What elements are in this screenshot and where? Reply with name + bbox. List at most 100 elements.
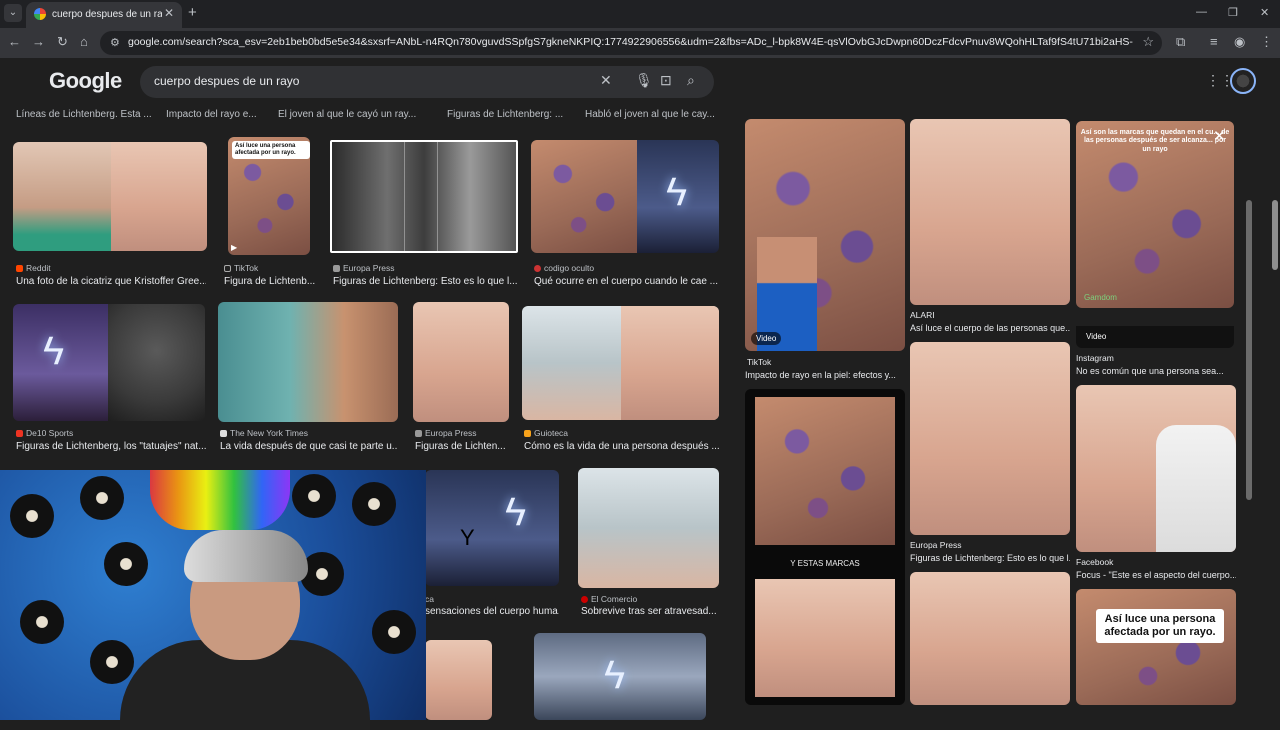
streamer-hair [184, 530, 308, 582]
top-caption-2[interactable]: Impacto del rayo e... [166, 109, 266, 120]
source-codigo-oculto[interactable]: codigo oculto [544, 263, 594, 273]
image-result-row4-2[interactable]: ϟ [534, 633, 706, 720]
panel-image-tiktok[interactable]: Video [745, 119, 905, 351]
image-result-ca[interactable]: ϟ Y [425, 470, 559, 586]
source-reddit[interactable]: Reddit [26, 263, 51, 273]
marcas-caption: Y ESTAS MARCAS [790, 559, 860, 568]
google-logo[interactable]: Google [49, 68, 122, 94]
source-guioteca[interactable]: Guioteca [534, 428, 568, 438]
search-icon[interactable]: ⌕ [687, 72, 695, 89]
panel-image-tiktok-2[interactable]: Así luce una persona afectada por un ray… [1076, 589, 1236, 705]
source-de10-sports[interactable]: De10 Sports [26, 428, 73, 438]
top-caption-5[interactable]: Habló el joven al que le cay... [585, 109, 715, 120]
minimize-icon[interactable]: — [1196, 6, 1207, 18]
vinyl-record-image [292, 474, 336, 518]
image-result-row4-1[interactable] [425, 640, 492, 720]
close-panel-icon[interactable]: ✕ [1213, 127, 1226, 145]
panel-image-back[interactable] [910, 572, 1070, 705]
image-result-tiktok[interactable]: Así luce una persona afectada por un ray… [228, 137, 310, 255]
source-el-comercio[interactable]: El Comercio [591, 594, 637, 604]
panel-image-marcas[interactable]: Y ESTAS MARCAS [745, 389, 905, 705]
vinyl-record-image [104, 542, 148, 586]
top-caption-3[interactable]: El joven al que le cayó un ray... [278, 109, 428, 120]
clear-icon[interactable]: ✕ [600, 72, 612, 89]
source-nyt[interactable]: The New York Times [230, 428, 308, 438]
panel-title-tiktok[interactable]: Impacto de rayo en la piel: efectos y... [745, 370, 905, 380]
top-caption-4[interactable]: Figuras de Lichtenberg: ... [447, 109, 567, 120]
panel-source-alari[interactable]: ALARI [910, 310, 935, 320]
close-tab-icon[interactable]: ✕ [164, 6, 174, 20]
image-result-guioteca[interactable] [522, 306, 719, 420]
panel-banner: Así luce una persona afectada por un ray… [1096, 609, 1224, 644]
star-icon[interactable]: ☆ [1142, 34, 1154, 50]
image-result-reddit[interactable] [13, 142, 207, 251]
panel-source-europa-press[interactable]: Europa Press [910, 540, 962, 550]
title-ca[interactable]: sensaciones del cuerpo huma... [425, 606, 559, 617]
lightning-icon: ϟ [43, 329, 65, 373]
title-guioteca[interactable]: Cómo es la vida de una persona después .… [524, 441, 719, 452]
source-tiktok[interactable]: TikTok [234, 263, 258, 273]
title-tiktok[interactable]: Figura de Lichtenb... [224, 276, 318, 287]
reload-icon[interactable]: ↻ [57, 34, 68, 50]
media-controls-icon[interactable]: ≡ [1210, 34, 1218, 49]
url-text[interactable]: google.com/search?sca_esv=2eb1beb0bd5e5e… [128, 36, 1133, 48]
panel-image-alari[interactable] [910, 119, 1070, 305]
panel-title-alari[interactable]: Así luce el cuerpo de las personas que..… [910, 323, 1070, 333]
avatar[interactable] [1230, 68, 1256, 94]
title-el-comercio[interactable]: Sobrevive tras ser atravesad... [581, 606, 719, 617]
tab-title: cuerpo despues de un rayo - Bú [52, 9, 162, 20]
source-ca[interactable]: ca [425, 594, 434, 604]
image-result-el-comercio[interactable] [578, 468, 719, 588]
title-europa-press-2[interactable]: Figuras de Lichten... [415, 441, 509, 452]
navigation-bar: ← → ↻ ⌂ ⚙ google.com/search?sca_esv=2eb1… [0, 28, 1280, 58]
vinyl-record-image [20, 600, 64, 644]
source-europa-press-1[interactable]: Europa Press [343, 263, 395, 273]
address-bar[interactable]: ⚙ google.com/search?sca_esv=2eb1beb0bd5e… [100, 31, 1162, 55]
video-label: Video [1086, 332, 1107, 341]
home-icon[interactable]: ⌂ [80, 34, 88, 49]
source-europa-press-2[interactable]: Europa Press [425, 428, 477, 438]
image-result-de10-sports[interactable]: ϟ [13, 304, 205, 421]
panel-source-facebook[interactable]: Facebook [1076, 557, 1113, 567]
image-result-europa-press-2[interactable] [413, 302, 509, 422]
forward-icon[interactable]: → [32, 34, 45, 49]
panel-scrollbar[interactable] [1246, 200, 1252, 500]
restore-icon[interactable]: ❐ [1228, 6, 1238, 19]
image-result-codigo-oculto[interactable]: ϟ [531, 140, 719, 253]
panel-source-tiktok[interactable]: TikTok [747, 357, 771, 367]
vinyl-record-image [10, 494, 54, 538]
page-scrollbar[interactable] [1272, 200, 1278, 270]
mic-icon[interactable]: 🎙 [635, 72, 653, 89]
site-info-icon[interactable]: ⚙ [110, 36, 120, 49]
panel-title-instagram[interactable]: No es común que una persona sea... [1076, 366, 1234, 376]
image-result-nyt[interactable] [218, 302, 398, 422]
close-window-icon[interactable]: ✕ [1260, 6, 1269, 19]
rainbow-decoration [150, 470, 290, 530]
search-box[interactable]: cuerpo despues de un rayo ✕ 🎙 ⊡ ⌕ [140, 66, 714, 98]
panel-title-europa-press[interactable]: Figuras de Lichtenberg: Esto es lo que l… [910, 553, 1070, 563]
lightning-icon: ϟ [604, 653, 626, 697]
google-favicon-icon [34, 8, 46, 20]
search-input[interactable]: cuerpo despues de un rayo [154, 74, 299, 88]
profile-icon[interactable]: ◉ [1234, 34, 1245, 50]
top-caption-1[interactable]: Líneas de Lichtenberg. Esta ... [16, 109, 151, 120]
lens-icon[interactable]: ⊡ [660, 72, 672, 89]
title-de10-sports[interactable]: Figuras de Lichtenberg, los "tatuajes" n… [16, 441, 206, 452]
panel-image-europa-press[interactable] [910, 342, 1070, 535]
back-icon[interactable]: ← [8, 34, 21, 49]
title-reddit[interactable]: Una foto de la cicatriz que Kristoffer G… [16, 276, 206, 287]
panel-source-instagram[interactable]: Instagram [1076, 353, 1114, 363]
tab-search-chevron-icon[interactable]: ⌄ [4, 4, 22, 22]
active-tab[interactable]: cuerpo despues de un rayo - Bú ✕ [26, 2, 182, 28]
extensions-icon[interactable]: ⧉ [1176, 34, 1185, 50]
title-codigo-oculto[interactable]: Qué ocurre en el cuerpo cuando le cae ..… [534, 276, 719, 287]
title-nyt[interactable]: La vida después de que casi te parte u..… [220, 441, 398, 452]
tab-strip: ⌄ cuerpo despues de un rayo - Bú ✕ + — ❐… [0, 0, 1280, 28]
new-tab-plus-icon[interactable]: + [188, 4, 197, 21]
menu-icon[interactable]: ⋮ [1260, 34, 1273, 50]
panel-image-instagram[interactable]: Así son las marcas que quedan en el cu..… [1076, 121, 1234, 308]
panel-image-facebook[interactable] [1076, 385, 1236, 552]
image-result-europa-press-1[interactable] [330, 140, 518, 253]
panel-title-facebook[interactable]: Focus - "Este es el aspecto del cuerpo..… [1076, 570, 1236, 580]
title-europa-press-1[interactable]: Figuras de Lichtenberg: Esto es lo que l… [333, 276, 518, 287]
